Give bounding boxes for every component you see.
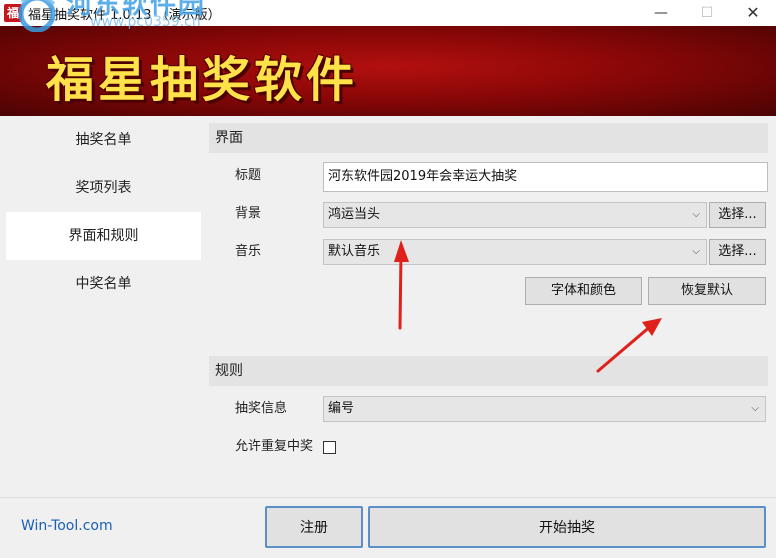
background-choose-button[interactable]: 选择...	[709, 202, 766, 228]
music-value: 默认音乐	[328, 244, 381, 259]
sidebar-item-prize-list[interactable]: 奖项列表	[6, 164, 201, 212]
settings-panel: 界面 标题 河东软件园2019年会幸运大抽奖 背景 鸿运当头 ⌵ 选择... 音…	[201, 116, 776, 497]
title-label: 标题	[235, 168, 262, 183]
background-label: 背景	[235, 206, 262, 221]
maximize-button[interactable]: ☐	[684, 0, 730, 26]
draw-info-value: 编号	[328, 401, 355, 416]
draw-info-select[interactable]: 编号 ⌵	[323, 396, 766, 422]
footer: Win-Tool.com 注册 开始抽奖	[0, 497, 776, 558]
ui-section-header: 界面	[209, 123, 768, 153]
minimize-button[interactable]: —	[638, 0, 684, 26]
draw-info-label: 抽奖信息	[235, 401, 288, 416]
website-link[interactable]: Win-Tool.com	[21, 518, 113, 534]
music-label: 音乐	[235, 244, 262, 259]
chevron-down-icon: ⌵	[692, 209, 700, 220]
watermark-logo-icon	[18, 0, 56, 32]
background-value: 鸿运当头	[328, 207, 381, 222]
music-choose-button[interactable]: 选择...	[709, 239, 766, 265]
sidebar-item-winners[interactable]: 中奖名单	[6, 260, 201, 308]
sidebar-item-ui-rules[interactable]: 界面和规则	[6, 212, 201, 260]
background-select[interactable]: 鸿运当头 ⌵	[323, 202, 707, 228]
start-draw-button[interactable]: 开始抽奖	[368, 506, 766, 548]
watermark-url: www.pc0359.cn	[90, 14, 201, 30]
restore-default-button[interactable]: 恢复默认	[648, 277, 766, 305]
register-button[interactable]: 注册	[265, 506, 363, 548]
font-color-button[interactable]: 字体和颜色	[525, 277, 642, 305]
music-select[interactable]: 默认音乐 ⌵	[323, 239, 707, 265]
chevron-down-icon: ⌵	[692, 246, 700, 257]
rules-section-header: 规则	[209, 356, 768, 386]
banner: 福星抽奖软件	[0, 26, 776, 116]
sidebar-item-draw-list[interactable]: 抽奖名单	[6, 116, 201, 164]
allow-repeat-label: 允许重复中奖	[235, 439, 314, 454]
allow-repeat-checkbox[interactable]	[323, 441, 336, 454]
chevron-down-icon: ⌵	[751, 403, 759, 414]
title-input[interactable]: 河东软件园2019年会幸运大抽奖	[323, 162, 768, 192]
sidebar: 抽奖名单 奖项列表 界面和规则 中奖名单	[0, 116, 201, 497]
close-button[interactable]: ✕	[730, 0, 776, 26]
banner-title: 福星抽奖软件	[46, 52, 359, 108]
